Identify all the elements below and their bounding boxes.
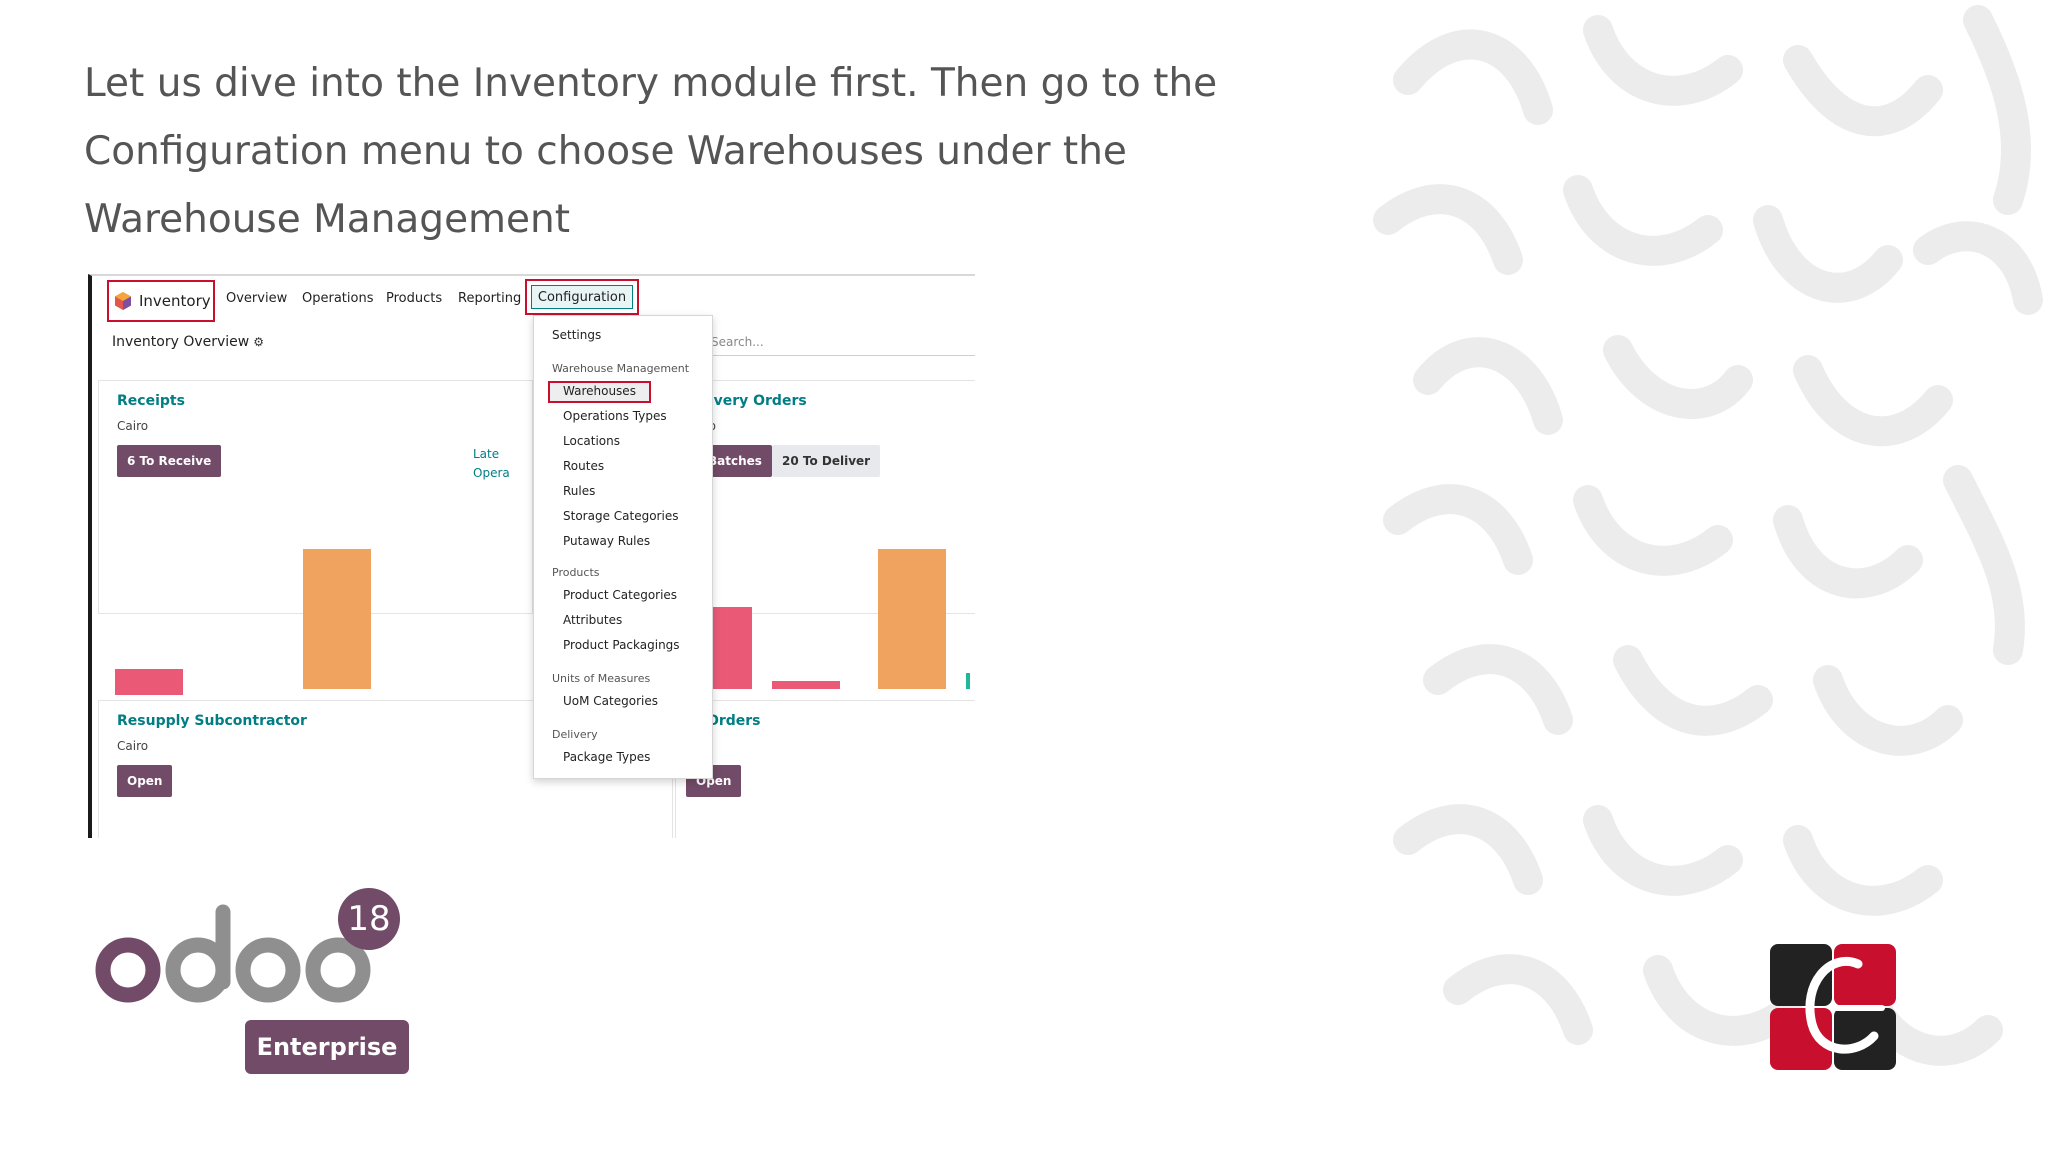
dropdown-item-settings[interactable]: Settings <box>552 328 601 342</box>
receipts-card[interactable]: Receipts Cairo 6 To Receive Late Opera <box>98 380 533 695</box>
dropdown-section-products: Products <box>552 566 600 579</box>
dropdown-item-storage-categories[interactable]: Storage Categories <box>563 509 678 523</box>
search-input[interactable] <box>705 328 975 356</box>
menu-overview[interactable]: Overview <box>226 291 287 306</box>
slide-instruction-text: Let us dive into the Inventory module fi… <box>84 50 1244 254</box>
dropdown-item-locations[interactable]: Locations <box>563 434 620 448</box>
brand-logo <box>1770 944 1896 1070</box>
delivery-orders-card[interactable]: livery Orders ro Batches 20 To Deliver <box>671 380 975 689</box>
menu-configuration[interactable]: Configuration <box>531 285 633 309</box>
card-title[interactable]: Receipts <box>117 393 185 409</box>
dropdown-item-putaway-rules[interactable]: Putaway Rules <box>563 534 650 548</box>
late-label[interactable]: Late Opera <box>473 445 510 483</box>
menu-products[interactable]: Products <box>386 291 442 306</box>
instruction-line-1: Let us dive into the Inventory module fi… <box>84 61 1218 106</box>
configuration-dropdown: Settings Warehouse Management Warehouses… <box>533 315 713 779</box>
inventory-screenshot: Inventory Overview Operations Products R… <box>88 274 975 838</box>
inventory-app-button[interactable]: Inventory <box>107 280 215 322</box>
menu-operations[interactable]: Operations <box>302 291 373 306</box>
card-title[interactable]: Resupply Subcontractor <box>117 713 307 729</box>
chart-bar[interactable] <box>115 669 183 695</box>
card-subtitle: Cairo <box>117 419 149 433</box>
chart-bar[interactable] <box>772 681 840 689</box>
dropdown-item-operations-types[interactable]: Operations Types <box>563 409 667 423</box>
version-badge: 18 <box>338 888 400 950</box>
dropdown-item-routes[interactable]: Routes <box>563 459 604 473</box>
dropdown-item-uom-categories[interactable]: UoM Categories <box>563 694 658 708</box>
card-subtitle: Cairo <box>117 739 149 753</box>
dropdown-item-warehouses[interactable]: Warehouses <box>563 384 636 398</box>
dropdown-item-package-types[interactable]: Package Types <box>563 750 650 764</box>
to-receive-button[interactable]: 6 To Receive <box>117 445 222 477</box>
dropdown-section-delivery: Delivery <box>552 728 598 741</box>
instruction-line-2: Configuration menu to choose Warehouses … <box>84 129 1127 174</box>
page-title: Inventory Overview <box>112 334 250 350</box>
dropdown-item-attributes[interactable]: Attributes <box>563 613 622 627</box>
decorative-pattern <box>1373 5 2043 1066</box>
s-orders-card[interactable]: S Orders ro Open <box>675 700 975 838</box>
app-name: Inventory <box>139 292 211 310</box>
chart-bar[interactable] <box>878 549 946 689</box>
to-deliver-button[interactable]: 20 To Deliver <box>772 445 881 477</box>
operations-text: Opera <box>473 466 510 480</box>
dropdown-item-rules[interactable]: Rules <box>563 484 595 498</box>
chart-bar[interactable] <box>303 549 371 689</box>
dropdown-section-warehouse-management: Warehouse Management <box>552 362 690 375</box>
open-button[interactable]: Open <box>117 765 173 797</box>
inventory-logo-icon <box>115 292 131 310</box>
chart-bar[interactable] <box>966 673 970 689</box>
card-title[interactable]: livery Orders <box>704 393 807 409</box>
breadcrumb: Inventory Overview ⚙ <box>112 334 264 350</box>
dropdown-section-units-of-measures: Units of Measures <box>552 672 651 685</box>
dropdown-item-product-packagings[interactable]: Product Packagings <box>563 638 680 652</box>
configuration-highlight: Configuration <box>525 279 639 315</box>
enterprise-badge: Enterprise <box>245 1020 409 1074</box>
late-text: Late <box>473 447 500 461</box>
gear-icon[interactable]: ⚙ <box>253 335 264 349</box>
dropdown-item-product-categories[interactable]: Product Categories <box>563 588 677 602</box>
instruction-line-3: Warehouse Management <box>84 197 571 242</box>
menu-reporting[interactable]: Reporting <box>458 291 521 306</box>
